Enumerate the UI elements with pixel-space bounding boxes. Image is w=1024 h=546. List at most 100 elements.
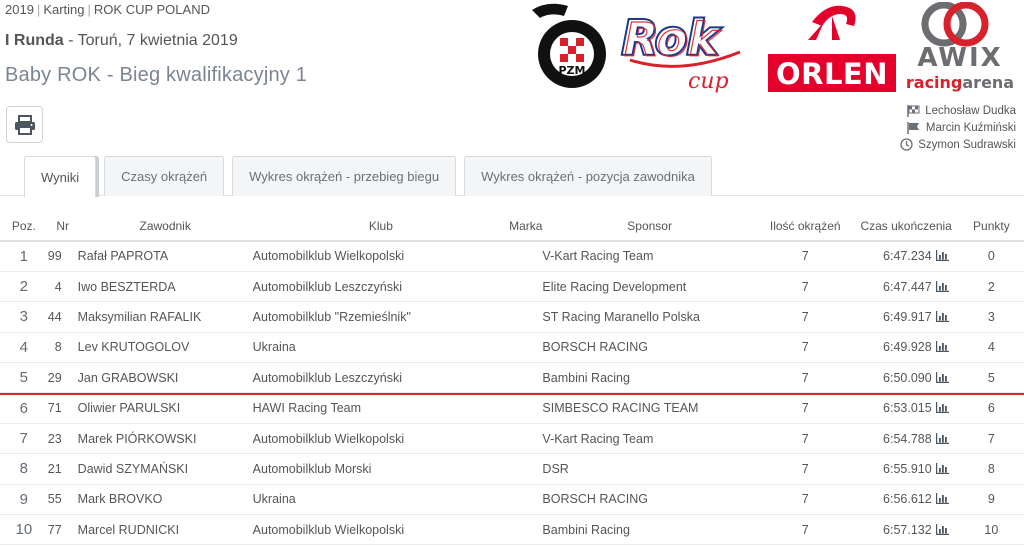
awix-logo-text: AWIX: [917, 43, 1002, 73]
cell-sponsor: V-Kart Racing Team: [542, 241, 757, 272]
cell-position: 3: [0, 301, 48, 333]
bar-chart-icon[interactable]: [935, 280, 949, 292]
bar-chart-icon[interactable]: [935, 341, 949, 353]
cell-brand: [509, 392, 543, 424]
cell-brand: [509, 484, 543, 516]
bar-chart-icon[interactable]: [935, 493, 949, 505]
official-name: Marcin Kuźmiński: [925, 121, 1016, 134]
orlen-logo-text: ORLEN: [776, 57, 888, 91]
rok-cup-logo: Rok Rok cup: [620, 9, 741, 94]
cell-points: 3: [958, 301, 1024, 333]
cell-sponsor: BORSCH RACING: [542, 484, 757, 516]
bar-chart-icon[interactable]: [935, 371, 949, 383]
cell-points: 2: [958, 271, 1024, 303]
cell-finish-time: 6:54.788: [853, 423, 959, 455]
official-name: Lechosław Dudka: [925, 104, 1016, 117]
table-row: 8 21 Dawid SZYMAŃSKI Automobilklub Morsk…: [0, 453, 1024, 485]
header-sponsor: Sponsor: [542, 211, 757, 242]
qualification-cut-line: [0, 393, 1024, 395]
table-row: 4 8 Lev KRUTOGOLOV Ukraina BORSCH RACING…: [0, 332, 1024, 364]
table-row: 3 44 Maksymilian RAFALIK Automobilklub "…: [0, 301, 1024, 333]
breadcrumb-year[interactable]: 2019: [5, 2, 34, 17]
finish-time-value: 6:55.910: [883, 461, 932, 476]
finish-time-value: 6:50.090: [883, 370, 932, 385]
official-name: Szymon Sudrawski: [918, 138, 1016, 151]
round-info: I Runda - Toruń, 7 kwietnia 2019: [5, 32, 238, 49]
header-finish-time: Czas ukończenia: [853, 211, 959, 242]
cell-points: 8: [958, 453, 1024, 485]
cell-laps: 7: [756, 453, 854, 485]
bar-chart-icon[interactable]: [935, 402, 949, 414]
finish-time-value: 6:53.015: [883, 401, 932, 416]
cell-position: 8: [0, 453, 48, 485]
awix-logo-subtext-arena: arena: [962, 73, 1014, 92]
cell-number: 99: [47, 241, 78, 272]
cell-sponsor: ST Racing Maranello Polska: [542, 301, 757, 333]
breadcrumb-category[interactable]: Karting: [43, 2, 84, 17]
print-button[interactable]: [6, 106, 43, 143]
cell-number: 4: [47, 271, 78, 303]
cell-driver: Lev KRUTOGOLOV: [77, 332, 253, 364]
page-title: Baby ROK - Bieg kwalifikacyjny 1: [5, 64, 308, 86]
table-row: 5 29 Jan GRABOWSKI Automobilklub Leszczy…: [0, 362, 1024, 394]
cell-driver: Marcel RUDNICKI: [77, 514, 253, 546]
cell-finish-time: 6:49.928: [853, 332, 959, 364]
cell-club: Automobilklub Leszczyński: [252, 271, 510, 303]
tab-czasy-okrazen[interactable]: Czasy okrążeń: [104, 156, 225, 196]
cell-position: 9: [0, 484, 48, 516]
cell-club: Automobilklub Wielkopolski: [252, 241, 510, 272]
cell-points: 7: [958, 423, 1024, 455]
breadcrumb-series[interactable]: ROK CUP POLAND: [94, 2, 210, 17]
race-officials: Lechosław Dudka Marcin Kuźmiński Szymon …: [886, 102, 1016, 153]
cell-finish-time: 6:55.910: [853, 453, 959, 485]
sponsor-logos: PZM Rok Rok cup ORLEN AWIX racingarena: [528, 2, 1018, 98]
cell-finish-time: 6:53.015: [853, 392, 959, 424]
cell-club: Ukraina: [252, 484, 510, 516]
cell-driver: Oliwier PARULSKI: [77, 392, 253, 424]
cell-club: HAWI Racing Team: [252, 392, 510, 424]
header-position: Poz.: [0, 211, 48, 242]
tab-wykres-pozycja-zawodnika[interactable]: Wykres okrążeń - pozycja zawodnika: [464, 156, 712, 196]
finish-time-value: 6:47.234: [883, 249, 932, 264]
table-row: 9 55 Mark BROVKO Ukraina BORSCH RACING 7…: [0, 484, 1024, 516]
table-row: 10 77 Marcel RUDNICKI Automobilklub Wiel…: [0, 514, 1024, 546]
tab-wykres-przebieg-biegu[interactable]: Wykres okrążeń - przebieg biegu: [232, 156, 457, 196]
cell-driver: Rafał PAPROTA: [77, 241, 253, 272]
cell-brand: [509, 423, 543, 455]
bar-chart-icon[interactable]: [935, 432, 949, 444]
header-laps: Ilość okrążeń: [756, 211, 854, 242]
table-row: 6 71 Oliwier PARULSKI HAWI Racing Team S…: [0, 392, 1024, 424]
finish-time-value: 6:47.447: [883, 279, 932, 294]
svg-text:Rok: Rok: [624, 13, 722, 67]
tab-wyniki[interactable]: Wyniki: [24, 156, 97, 197]
official-item: Lechosław Dudka: [886, 102, 1016, 119]
cell-sponsor: V-Kart Racing Team: [542, 423, 757, 455]
rok-cup-logo-subtext: cup: [688, 69, 729, 94]
pzm-logo-text: PZM: [559, 64, 586, 77]
cell-finish-time: 6:50.090: [853, 362, 959, 394]
bar-chart-icon[interactable]: [935, 462, 949, 474]
orlen-logo: ORLEN: [768, 5, 896, 92]
pzm-logo: PZM: [532, 3, 606, 88]
finish-time-value: 6:49.928: [883, 340, 932, 355]
bar-chart-icon[interactable]: [935, 523, 949, 535]
flag-icon: [906, 121, 922, 134]
table-row: 2 4 Iwo BESZTERDA Automobilklub Leszczyń…: [0, 271, 1024, 303]
clock-icon: [898, 138, 914, 151]
cell-sponsor: SIMBESCO RACING TEAM: [542, 392, 757, 424]
official-item: Szymon Sudrawski: [886, 136, 1016, 153]
official-item: Marcin Kuźmiński: [886, 119, 1016, 136]
table-header-row: Poz. Nr Zawodnik Klub Marka Sponsor Iloś…: [0, 211, 1024, 242]
round-name: I Runda: [5, 32, 64, 49]
cell-number: 55: [47, 484, 78, 516]
bar-chart-icon[interactable]: [935, 250, 949, 262]
cell-position: 1: [0, 241, 48, 272]
cell-laps: 7: [756, 271, 854, 303]
bar-chart-icon[interactable]: [935, 310, 949, 322]
cell-number: 71: [47, 392, 78, 424]
cell-points: 0: [958, 241, 1024, 272]
results-tabs: Wyniki Czasy okrążeń Wykres okrążeń - pr…: [24, 156, 720, 197]
svg-text:racingarena: racingarena: [906, 73, 1014, 92]
cell-sponsor: Bambini Racing: [542, 514, 757, 546]
breadcrumb-separator: |: [87, 2, 91, 17]
